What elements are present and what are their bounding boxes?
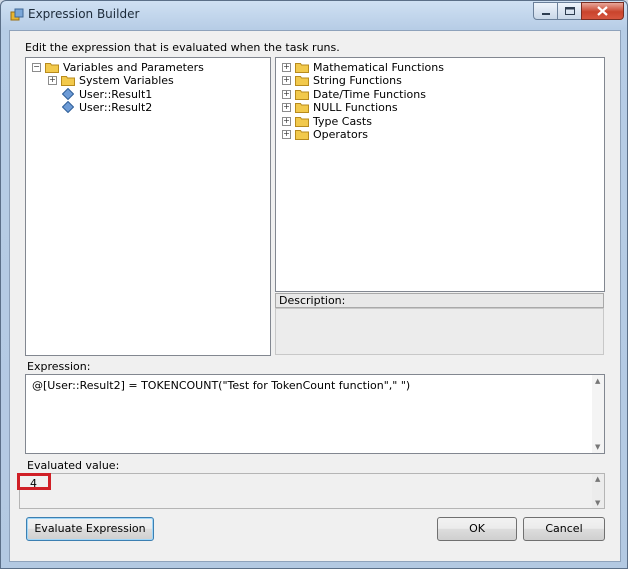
folder-icon	[45, 63, 59, 73]
plus-expander-icon[interactable]: +	[282, 76, 291, 85]
description-header: Description:	[275, 293, 604, 308]
expression-text: @[User::Result2] = TOKENCOUNT("Test for …	[32, 379, 411, 392]
expression-scrollbar[interactable]: ▲ ▼	[592, 375, 604, 453]
variable-icon	[62, 88, 74, 100]
title-bar[interactable]: Expression Builder	[1, 1, 627, 29]
expression-builder-window: Expression Builder Edit the expression t…	[0, 0, 628, 569]
folder-icon	[295, 63, 309, 73]
ok-label: OK	[469, 522, 485, 535]
evaluated-value-label: Evaluated value:	[27, 459, 120, 472]
plus-expander-icon[interactable]: +	[282, 103, 291, 112]
expression-label: Expression:	[27, 360, 91, 373]
tree-node-label: Date/Time Functions	[313, 88, 426, 101]
scroll-up-arrow-icon[interactable]: ▲	[595, 475, 600, 483]
app-icon	[10, 8, 24, 21]
window-title: Expression Builder	[28, 7, 140, 21]
folder-icon	[295, 76, 309, 86]
folder-icon	[61, 76, 75, 86]
folder-icon	[295, 90, 309, 100]
tree-node-label: User::Result1	[79, 88, 153, 101]
tree-node-label: Variables and Parameters	[63, 61, 204, 74]
ok-button[interactable]: OK	[437, 517, 517, 541]
folder-icon	[295, 117, 309, 127]
scroll-down-arrow-icon[interactable]: ▼	[595, 499, 600, 507]
evaluated-value-box[interactable]: 4 ▲ ▼	[19, 473, 605, 509]
close-icon	[597, 6, 608, 16]
close-button[interactable]	[581, 2, 624, 20]
cancel-label: Cancel	[545, 522, 583, 535]
tree-node-label: String Functions	[313, 74, 402, 87]
minus-expander-icon[interactable]: −	[32, 63, 41, 72]
expression-textarea[interactable]: @[User::Result2] = TOKENCOUNT("Test for …	[25, 374, 605, 454]
description-box	[275, 308, 604, 355]
variables-tree-pane[interactable]: − Variables and Parameters + System Vari…	[25, 57, 271, 356]
minimize-icon	[542, 13, 550, 15]
plus-expander-icon[interactable]: +	[282, 117, 291, 126]
maximize-button[interactable]	[557, 2, 582, 20]
evaluate-expression-button[interactable]: Evaluate Expression	[26, 517, 154, 541]
tree-node-label: Operators	[313, 128, 368, 141]
description-label: Description:	[279, 294, 346, 307]
evaluate-expression-label: Evaluate Expression	[34, 522, 146, 535]
plus-expander-icon[interactable]: +	[48, 76, 57, 85]
scroll-down-arrow-icon[interactable]: ▼	[595, 443, 600, 451]
scroll-up-arrow-icon[interactable]: ▲	[595, 377, 600, 385]
evaluated-scrollbar[interactable]: ▲ ▼	[592, 474, 604, 508]
variable-icon	[62, 101, 74, 113]
tree-node-label: User::Result2	[79, 101, 153, 114]
tree-node-label: System Variables	[79, 74, 174, 87]
folder-icon	[295, 130, 309, 140]
minimize-button[interactable]	[533, 2, 558, 20]
maximize-icon	[565, 7, 575, 15]
functions-tree-pane[interactable]: + Mathematical Functions + String Functi…	[275, 57, 605, 292]
plus-expander-icon[interactable]: +	[282, 130, 291, 139]
tree-node-label: NULL Functions	[313, 101, 398, 114]
tree-node-label: Mathematical Functions	[313, 61, 444, 74]
evaluated-value-highlight	[17, 473, 51, 490]
folder-icon	[295, 103, 309, 113]
cancel-button[interactable]: Cancel	[523, 517, 605, 541]
plus-expander-icon[interactable]: +	[282, 90, 291, 99]
plus-expander-icon[interactable]: +	[282, 63, 291, 72]
instructions-label: Edit the expression that is evaluated wh…	[25, 41, 340, 54]
tree-node-label: Type Casts	[313, 115, 372, 128]
